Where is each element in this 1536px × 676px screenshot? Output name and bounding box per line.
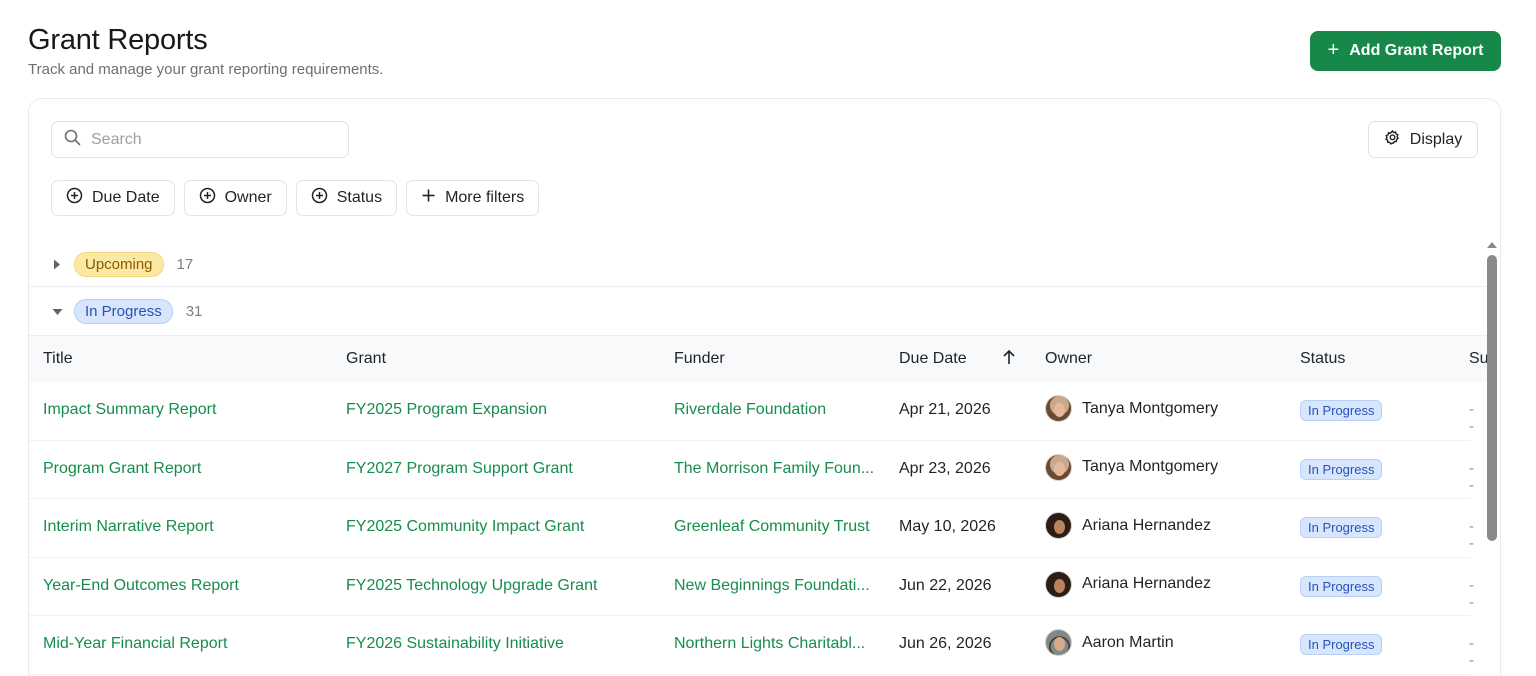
caret-right-icon[interactable] [49,259,65,270]
row-grant[interactable]: FY2025 Community Impact Grant [346,518,656,536]
gear-icon [1384,129,1401,151]
scrollbar-thumb[interactable] [1487,255,1497,541]
filter-due-date[interactable]: Due Date [51,180,175,216]
owner-name: Tanya Montgomery [1082,458,1219,475]
search-icon [64,129,81,151]
add-grant-report-label: Add Grant Report [1349,42,1484,59]
add-grant-report-button[interactable]: + Add Grant Report [1310,31,1501,71]
plus-icon [421,188,436,208]
plus-circle-icon [66,187,83,209]
owner-name: Aaron Martin [1082,633,1174,651]
row-extra: -- [1469,459,1474,494]
row-due-date: Jun 26, 2026 [899,635,992,652]
row-title[interactable]: Program Grant Report [43,460,333,478]
row-extra: -- [1469,576,1474,611]
group-upcoming[interactable]: Upcoming 17 [29,243,1487,287]
row-due-date: Jun 22, 2026 [899,576,992,594]
table-header: Title Grant Funder Due Date Owner Status… [29,336,1489,382]
row-funder[interactable]: Northern Lights Charitabl... [674,635,879,653]
row-owner[interactable]: Tanya Montgomery [1045,453,1219,481]
filter-more[interactable]: More filters [406,180,540,216]
owner-name: Ariana Hernandez [1082,516,1211,534]
arrow-up-icon[interactable] [1002,349,1016,370]
table-row[interactable]: Mid-Year Financial Report FY2026 Sustain… [29,616,1474,675]
filter-label: Owner [224,189,272,206]
group-count-in-progress: 31 [185,303,203,320]
column-header-grant[interactable]: Grant [346,350,386,368]
column-header-title[interactable]: Title [43,350,73,368]
table-row[interactable]: Year-End Outcomes Report FY2025 Technolo… [29,558,1474,616]
row-funder[interactable]: Riverdale Foundation [674,401,879,419]
scroll-up-arrow-icon[interactable] [1486,236,1498,254]
status-badge: In Progress [1300,458,1383,480]
row-funder[interactable]: Greenleaf Community Trust [674,518,879,536]
row-grant[interactable]: FY2026 Sustainability Initiative [346,635,656,653]
column-header-truncated[interactable]: Su [1469,350,1489,368]
plus-circle-icon [199,187,216,209]
status-badge: In Progress [1300,634,1383,655]
owner-name: Ariana Hernandez [1082,575,1211,592]
status-badge: In Progress [1300,400,1383,421]
row-grant[interactable]: FY2027 Program Support Grant [346,460,656,478]
group-badge-in-progress: In Progress [74,299,173,324]
row-grant[interactable]: FY2025 Technology Upgrade Grant [346,577,656,595]
search-input[interactable] [91,130,331,149]
row-title[interactable]: Impact Summary Report [43,401,333,419]
table-row[interactable]: Interim Narrative Report FY2025 Communit… [29,499,1474,558]
avatar [1045,395,1072,422]
row-due-date: Apr 23, 2026 [899,459,991,477]
row-owner[interactable]: Tanya Montgomery [1045,395,1218,422]
row-owner[interactable]: Ariana Hernandez [1045,512,1211,539]
row-grant[interactable]: FY2025 Program Expansion [346,401,656,419]
filter-label: More filters [445,189,525,206]
column-header-status[interactable]: Status [1300,350,1345,368]
caret-down-icon[interactable] [49,308,65,316]
status-badge: In Progress [1300,575,1383,597]
filter-label: Status [336,189,383,206]
group-count-upcoming: 17 [176,256,194,273]
group-badge-upcoming: Upcoming [74,252,164,277]
row-funder[interactable]: New Beginnings Foundati... [674,577,879,595]
row-extra: -- [1469,518,1474,552]
avatar [1045,570,1072,598]
row-title[interactable]: Mid-Year Financial Report [43,635,333,653]
avatar [1045,512,1072,539]
display-button[interactable]: Display [1368,121,1478,158]
page-title: Grant Reports [28,24,208,56]
row-due-date: Apr 21, 2026 [899,401,991,418]
owner-name: Tanya Montgomery [1082,399,1219,417]
filter-bar: Due Date Owner Status More filters [51,180,540,216]
row-funder[interactable]: The Morrison Family Foun... [674,460,879,478]
row-title[interactable]: Year-End Outcomes Report [43,577,333,595]
column-header-owner[interactable]: Owner [1045,350,1092,368]
filter-status[interactable]: Status [295,180,398,216]
search-box[interactable] [51,121,349,158]
plus-icon: + [1327,39,1340,61]
filter-owner[interactable]: Owner [183,180,287,216]
avatar [1045,629,1072,656]
row-owner[interactable]: Ariana Hernandez [1045,570,1211,598]
filter-label: Due Date [92,189,160,206]
reports-card: Display Due Date Owner Status More filte… [28,98,1501,676]
column-header-due-date[interactable]: Due Date [899,350,967,368]
row-extra: -- [1469,401,1474,435]
row-owner[interactable]: Aaron Martin [1045,629,1174,656]
row-title[interactable]: Interim Narrative Report [43,518,333,536]
status-badge: In Progress [1300,517,1383,538]
row-extra: -- [1469,635,1474,669]
table-row[interactable]: Impact Summary Report FY2025 Program Exp… [29,382,1474,441]
column-header-funder[interactable]: Funder [674,350,725,368]
avatar [1045,453,1072,481]
display-label: Display [1409,130,1463,148]
table-row[interactable]: Program Grant Report FY2027 Program Supp… [29,441,1474,499]
row-due-date: May 10, 2026 [899,518,996,535]
group-in-progress[interactable]: In Progress 31 [29,288,1487,336]
page-subtitle: Track and manage your grant reporting re… [28,61,384,78]
plus-circle-icon [311,187,328,209]
